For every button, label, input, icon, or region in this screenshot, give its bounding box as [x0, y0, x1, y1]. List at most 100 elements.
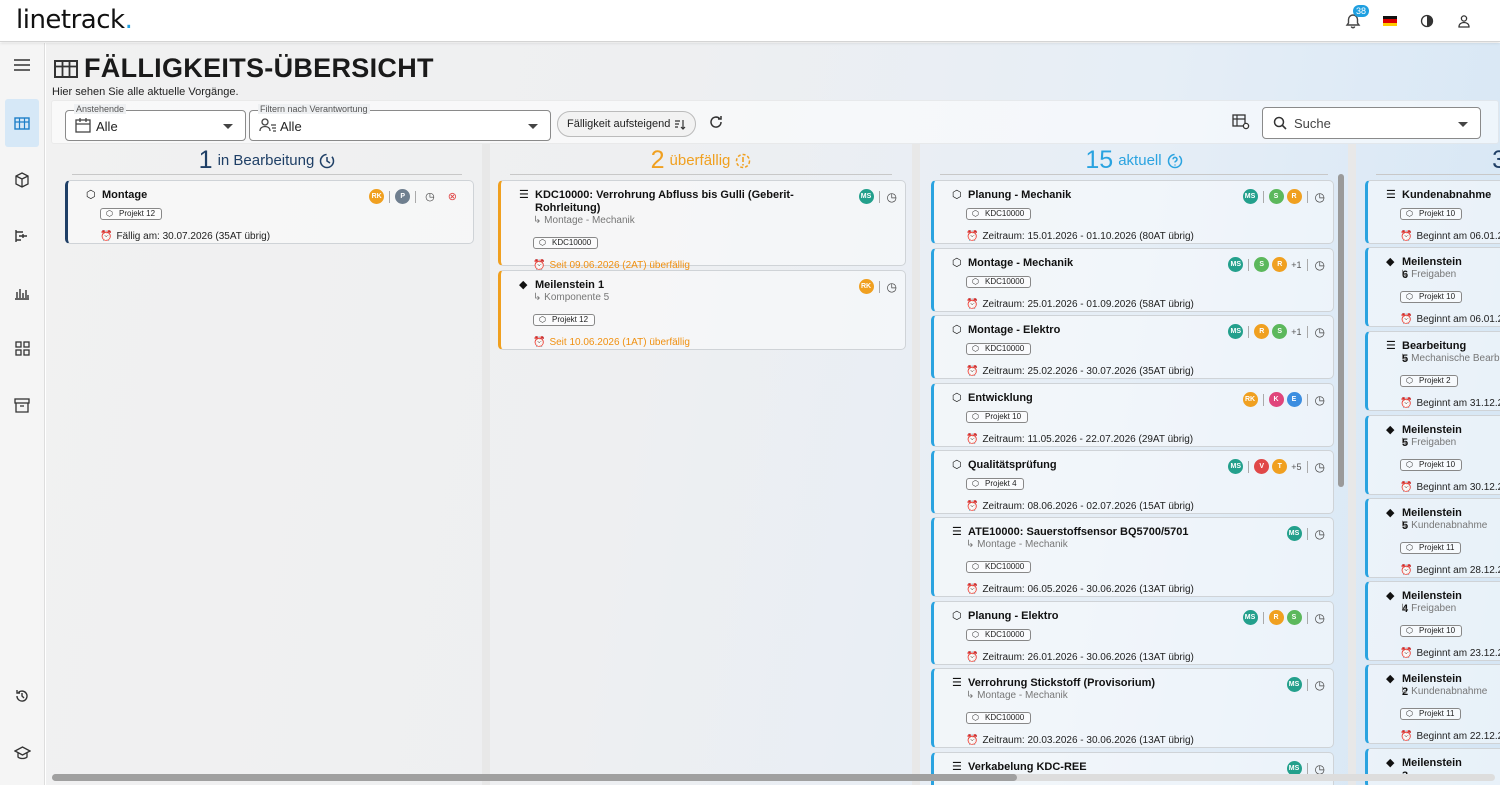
responsibility-filter-select[interactable]: Filtern nach Verantwortung Alle: [249, 104, 551, 141]
sort-button[interactable]: Fälligkeit aufsteigend: [557, 111, 697, 137]
more-assignees[interactable]: +5: [1291, 462, 1301, 472]
theme-toggle-button[interactable]: [1408, 10, 1445, 32]
task-history-icon[interactable]: ◷: [1315, 678, 1325, 692]
horizontal-scrollbar[interactable]: [52, 774, 1495, 781]
avatar[interactable]: MS: [1228, 324, 1244, 339]
task-card[interactable]: ⬡Montage - Elektro KDC10000 ⏰Zeitraum: 25.…: [931, 315, 1334, 379]
task-history-icon[interactable]: ◷: [1315, 258, 1325, 272]
avatar[interactable]: R: [1272, 257, 1288, 272]
column-scrollbar[interactable]: [1338, 174, 1344, 784]
avatar[interactable]: MS: [1242, 610, 1258, 625]
project-tag[interactable]: Projekt 2: [1400, 375, 1458, 387]
avatar[interactable]: S: [1268, 189, 1284, 204]
task-card[interactable]: ☰ ATE10000: Sauerstoffsensor BQ5700/5701 ↳…: [931, 517, 1334, 597]
avatar[interactable]: E: [1286, 392, 1302, 407]
task-date: ⏰ Zeitraum: 20.03.2026 - 30.06.2026 (13AT…: [966, 735, 1194, 746]
sidebar-item-history[interactable]: [5, 672, 39, 720]
app-logo[interactable]: linetrack.: [16, 5, 133, 35]
sidebar-item-gantt[interactable]: [5, 212, 39, 260]
project-tag[interactable]: Projekt 10: [966, 411, 1029, 423]
task-card[interactable]: ⬡Qualitätsprüfung Projekt 4 ⏰Zeitraum: 08.…: [931, 450, 1334, 514]
project-tag[interactable]: KDC10000: [966, 276, 1032, 288]
avatar[interactable]: K: [1268, 392, 1284, 407]
project-tag[interactable]: Projekt 12: [100, 208, 163, 220]
search-select[interactable]: Suche: [1262, 107, 1481, 139]
avatar[interactable]: RK: [369, 189, 385, 204]
sidebar-item-due-overview[interactable]: [5, 99, 39, 147]
task-history-icon[interactable]: ◷: [1315, 527, 1325, 541]
avatar[interactable]: RK: [1242, 392, 1258, 407]
project-tag[interactable]: KDC10000: [533, 237, 599, 249]
avatar[interactable]: V: [1254, 459, 1270, 474]
project-tag[interactable]: Projekt 10: [1400, 459, 1463, 471]
task-card[interactable]: ◆Meilenstein 5↳ FreigabenProjekt 10⏰Begi…: [1365, 415, 1500, 495]
project-tag[interactable]: KDC10000: [966, 343, 1032, 355]
task-history-icon[interactable]: ◷: [887, 190, 897, 204]
table-settings-icon[interactable]: [1232, 114, 1250, 130]
task-card[interactable]: ◆Meilenstein 1↳ Komponente 5 Projekt 12 ⏰S…: [498, 270, 906, 350]
project-tag[interactable]: Projekt 4: [966, 478, 1024, 490]
task-card[interactable]: ◆Meilenstein 5↳ KundenabnahmeProjekt 11⏰…: [1365, 498, 1500, 578]
sidebar-item-academy[interactable]: [5, 729, 39, 777]
project-tag[interactable]: Projekt 10: [1400, 625, 1463, 637]
sidebar-item-dashboard[interactable]: [5, 324, 39, 372]
project-tag[interactable]: KDC10000: [966, 561, 1032, 573]
task-card[interactable]: ◆Meilenstein 2↳ KundenabnahmeProjekt 11⏰…: [1365, 664, 1500, 744]
task-card[interactable]: ☰Bearbeitung 5↳ Mechanische BearbProjekt…: [1365, 331, 1500, 411]
history-icon: [16, 690, 28, 702]
task-card[interactable]: ☰Kundenabnahme Projekt 10 ⏰Beginnt am 06.0…: [1365, 180, 1500, 244]
user-menu-button[interactable]: [1445, 10, 1482, 32]
sidebar-item-projects[interactable]: [5, 156, 39, 204]
close-circle-icon[interactable]: ⊗: [448, 190, 457, 203]
task-card[interactable]: ☰ KDC10000: Verrohrung Abfluss bis Gulli …: [498, 180, 906, 271]
avatar[interactable]: MS: [1228, 257, 1244, 272]
refresh-icon[interactable]: [708, 114, 724, 130]
task-type-icon: ⬡: [952, 189, 962, 201]
avatar[interactable]: R: [1286, 189, 1302, 204]
avatar[interactable]: R: [1268, 610, 1284, 625]
task-history-icon[interactable]: ◷: [425, 190, 435, 203]
task-card[interactable]: ⬡Montage - Mechanik KDC10000 ⏰Zeitraum: 25…: [931, 248, 1334, 312]
project-tag[interactable]: Projekt 11: [1400, 708, 1462, 720]
sidebar-item-statistics[interactable]: [5, 268, 39, 316]
project-tag[interactable]: Projekt 10: [1400, 208, 1463, 220]
notifications-button[interactable]: 38: [1334, 5, 1371, 32]
task-history-icon[interactable]: ◷: [1315, 325, 1325, 339]
task-history-icon[interactable]: ◷: [1315, 190, 1325, 204]
task-history-icon[interactable]: ◷: [1315, 393, 1325, 407]
avatar[interactable]: MS: [1228, 459, 1244, 474]
task-card[interactable]: ☰ Verrohrung Stickstoff (Provisorium) ↳ Mo…: [931, 668, 1334, 748]
task-history-icon[interactable]: ◷: [1315, 611, 1325, 625]
task-card[interactable]: ⬡Planung - Elektro KDC10000 ⏰Zeitraum: 26.…: [931, 601, 1334, 665]
avatar[interactable]: MS: [1286, 677, 1302, 692]
avatar[interactable]: RK: [858, 279, 874, 294]
avatar[interactable]: S: [1272, 324, 1288, 339]
menu-toggle-button[interactable]: [5, 45, 39, 85]
avatar[interactable]: P: [395, 189, 411, 204]
avatar[interactable]: S: [1286, 610, 1302, 625]
project-tag[interactable]: KDC10000: [966, 208, 1032, 220]
task-card[interactable]: ◆Meilenstein 6↳ FreigabenProjekt 10⏰Begi…: [1365, 247, 1500, 327]
project-tag[interactable]: KDC10000: [966, 629, 1032, 641]
task-card[interactable]: ◆Meilenstein 4↳ FreigabenProjekt 10⏰Begi…: [1365, 581, 1500, 661]
pending-filter-select[interactable]: Anstehende Alle: [65, 104, 246, 141]
task-card[interactable]: ⬡Montage Projekt 12 ⏰Fällig am: 30.07.2026…: [65, 180, 474, 244]
task-history-icon[interactable]: ◷: [1315, 460, 1325, 474]
sidebar-item-archive[interactable]: [5, 381, 39, 429]
task-history-icon[interactable]: ◷: [887, 280, 897, 294]
project-tag[interactable]: Projekt 12: [533, 314, 596, 326]
task-card[interactable]: ⬡Entwicklung Projekt 10 ⏰Zeitraum: 11.05.2…: [931, 383, 1334, 447]
language-button[interactable]: [1371, 10, 1408, 32]
project-tag[interactable]: Projekt 11: [1400, 542, 1462, 554]
avatar[interactable]: R: [1254, 324, 1270, 339]
more-assignees[interactable]: +1: [1291, 260, 1301, 270]
avatar[interactable]: T: [1272, 459, 1288, 474]
more-assignees[interactable]: +1: [1291, 327, 1301, 337]
avatar[interactable]: MS: [1286, 526, 1302, 541]
avatar[interactable]: MS: [858, 189, 874, 204]
avatar[interactable]: MS: [1242, 189, 1258, 204]
project-tag[interactable]: KDC10000: [966, 712, 1032, 724]
avatar[interactable]: S: [1254, 257, 1270, 272]
task-card[interactable]: ⬡Planung - Mechanik KDC10000 ⏰Zeitraum: 15…: [931, 180, 1334, 244]
project-tag[interactable]: Projekt 10: [1400, 291, 1463, 303]
